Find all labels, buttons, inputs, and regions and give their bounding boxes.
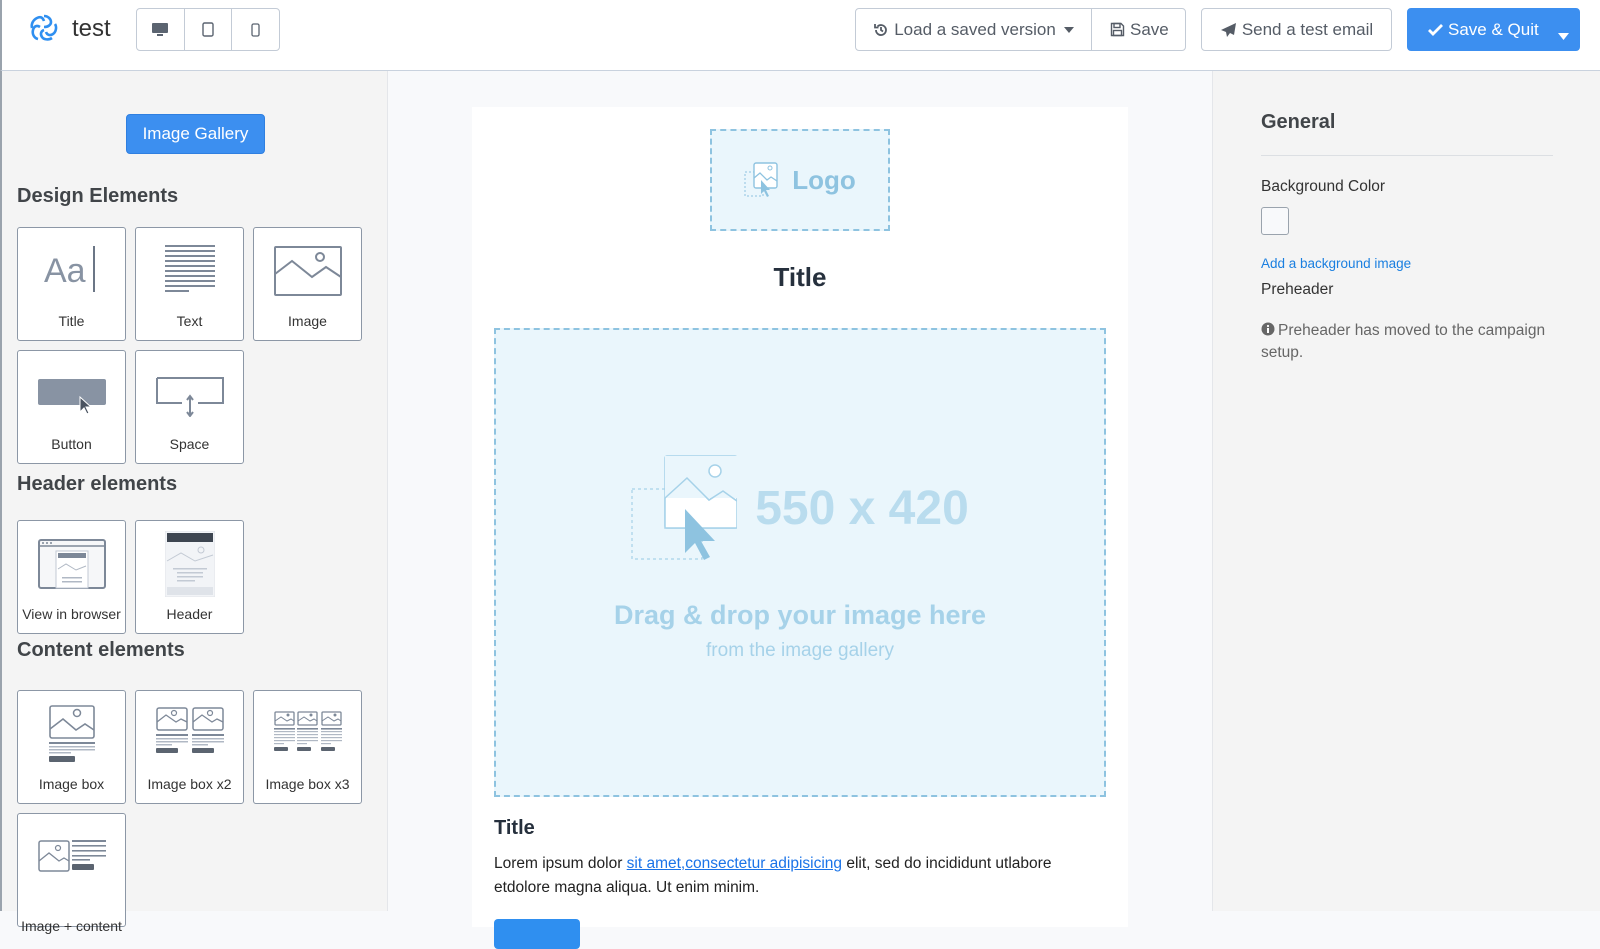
preheader-info-text: Preheader has moved to the campaign setu… (1261, 322, 1546, 361)
tile-label: Header (166, 606, 213, 622)
section-title-design-elements: Design Elements (17, 185, 179, 207)
email-title[interactable]: Title (472, 262, 1128, 293)
mobile-icon (251, 22, 260, 37)
load-saved-version-label: Load a saved version (894, 19, 1056, 39)
save-options-caret-icon[interactable] (1558, 25, 1569, 45)
element-tile-image-content[interactable]: Image + content (17, 813, 126, 934)
logo-drop-zone[interactable]: Logo (710, 129, 890, 231)
tile-label: Space (169, 436, 210, 452)
image-gallery-button[interactable]: Image Gallery (126, 114, 265, 154)
element-tile-title[interactable]: Aa Title (17, 227, 126, 341)
drag-drop-text: Drag & drop your image here (613, 600, 987, 630)
header-template-icon (136, 531, 243, 597)
image-drop-icon (631, 455, 738, 560)
elements-sidebar: Image Gallery Design Elements Aa Title T… (0, 71, 388, 934)
element-tile-view-in-browser[interactable]: View in browser (17, 520, 126, 634)
tile-label: Image box x2 (147, 776, 232, 792)
tile-label: Image + content (21, 918, 122, 934)
content-paragraph[interactable]: Lorem ipsum dolor sit amet,consectetur a… (494, 852, 1084, 900)
tile-label: Button (51, 436, 92, 452)
info-circle-icon (1261, 322, 1275, 336)
svg-text:Aa: Aa (44, 252, 86, 290)
browser-window-icon (18, 539, 125, 589)
element-tile-text[interactable]: Text (135, 227, 244, 341)
preheader-label: Preheader (1261, 281, 1334, 298)
content-cta-button[interactable] (494, 919, 580, 949)
save-button[interactable]: Save (1092, 9, 1187, 50)
email-canvas: Logo Title 550 x 420 Drag & drop your im… (389, 71, 1212, 949)
add-background-image-link[interactable]: Add a background image (1261, 256, 1411, 271)
section-title-header-elements: Header elements (17, 473, 178, 495)
top-toolbar: test Load a saved version Save Send a te… (0, 0, 1600, 71)
tablet-icon (202, 22, 214, 37)
desktop-preview-button[interactable] (137, 9, 185, 50)
spacer-icon (136, 377, 243, 417)
send-test-email-label: Send a test email (1241, 19, 1374, 39)
image-dimensions-row: 550 x 420 (496, 455, 1104, 561)
tile-label: Image box x3 (265, 776, 350, 792)
settings-title: General (1261, 111, 1336, 133)
image-box-icon (18, 705, 125, 763)
image-content-icon (18, 840, 125, 874)
section-title-content-elements: Content elements (17, 639, 185, 661)
logo-placeholder-text: Logo (792, 164, 856, 195)
save-label: Save (1130, 19, 1169, 39)
image-icon (254, 246, 361, 296)
content-link[interactable]: sit amet,consectetur adipisicing (627, 855, 842, 872)
text-lines-icon (136, 244, 243, 294)
tile-label: Title (58, 313, 85, 329)
save-and-quit-button[interactable]: Save & Quit (1407, 8, 1580, 51)
floppy-disk-icon (1110, 22, 1125, 37)
image-dimensions-text: 550 x 420 (755, 481, 969, 535)
image-drop-icon (744, 162, 778, 197)
tile-label: View in browser (22, 606, 121, 622)
device-preview-group (136, 8, 280, 51)
paper-plane-icon (1220, 22, 1237, 38)
background-color-label: Background Color (1261, 178, 1386, 195)
drag-drop-subtext: from the image gallery (706, 640, 894, 661)
load-saved-version-button[interactable]: Load a saved version (856, 9, 1092, 50)
background-color-swatch[interactable] (1261, 207, 1289, 235)
history-icon (873, 22, 889, 38)
tile-label: Image (288, 313, 327, 329)
desktop-icon (152, 23, 169, 36)
element-tile-button[interactable]: Button (17, 350, 126, 464)
caret-down-icon (1063, 26, 1074, 33)
title-text-icon: Aa (18, 244, 125, 294)
element-tile-image-box-x2[interactable]: Image box x2 (135, 690, 244, 804)
send-test-email-button[interactable]: Send a test email (1201, 8, 1392, 51)
tile-label: Image box (38, 776, 105, 792)
preheader-info: Preheader has moved to the campaign setu… (1261, 320, 1561, 364)
element-tile-header[interactable]: Header (135, 520, 244, 634)
image-box-x2-icon (136, 707, 243, 759)
settings-divider (1261, 155, 1553, 156)
content-title[interactable]: Title (494, 817, 535, 840)
content-text-before: Lorem ipsum dolor (494, 855, 627, 872)
image-box-x3-icon (254, 711, 361, 755)
email-body: Logo Title 550 x 420 Drag & drop your im… (472, 107, 1128, 949)
element-tile-image[interactable]: Image (253, 227, 362, 341)
image-drop-zone[interactable]: 550 x 420 Drag & drop your image here fr… (494, 328, 1106, 797)
save-and-quit-label: Save & Quit (1448, 19, 1539, 39)
campaign-title: test (72, 15, 111, 42)
checkmark-icon (1428, 23, 1443, 36)
tablet-preview-button[interactable] (185, 9, 233, 50)
tile-label: Text (176, 313, 203, 329)
button-cursor-icon (18, 379, 125, 417)
version-save-group: Load a saved version Save (855, 8, 1186, 51)
brand-logo-icon (30, 14, 58, 41)
mobile-preview-button[interactable] (232, 9, 279, 50)
element-tile-image-box-x3[interactable]: Image box x3 (253, 690, 362, 804)
settings-sidebar: General Background Color Add a backgroun… (1212, 71, 1600, 911)
element-tile-space[interactable]: Space (135, 350, 244, 464)
element-tile-image-box[interactable]: Image box (17, 690, 126, 804)
